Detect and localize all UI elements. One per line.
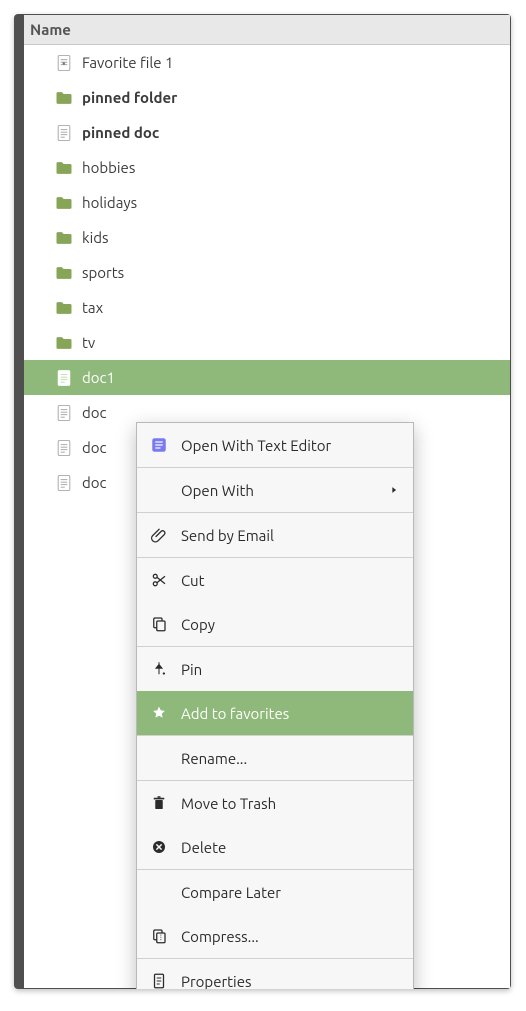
copy-icon — [149, 614, 169, 634]
item-label: tax — [82, 299, 103, 316]
folder-row[interactable]: kids — [24, 220, 510, 255]
item-label: doc1 — [82, 369, 115, 386]
menu-item-move-to-trash[interactable]: Move to Trash — [137, 781, 413, 825]
menu-item-label: Send by Email — [181, 527, 399, 544]
menu-item-label: Move to Trash — [181, 795, 399, 812]
menu-item-label: Copy — [181, 616, 399, 633]
file-manager-window: Name Favorite file 1 pinned folder pinned … — [14, 14, 511, 989]
menu-item-open-with[interactable]: Open With — [137, 468, 413, 512]
folder-icon — [54, 158, 74, 178]
menu-item-cut[interactable]: Cut — [137, 558, 413, 602]
item-label: kids — [82, 229, 109, 246]
folder-row[interactable]: pinned folder — [24, 80, 510, 115]
file-row[interactable]: pinned doc — [24, 115, 510, 150]
item-label: Favorite file 1 — [82, 54, 173, 71]
item-label: doc — [82, 439, 107, 456]
item-label: tv — [82, 334, 95, 351]
document-icon — [54, 368, 74, 388]
document-icon — [54, 123, 74, 143]
menu-item-label: Add to favorites — [181, 705, 399, 722]
column-header-label: Name — [30, 21, 71, 38]
menu-item-label: Open With — [181, 482, 377, 499]
folder-row[interactable]: hobbies — [24, 150, 510, 185]
delete-icon — [149, 837, 169, 857]
folder-icon — [54, 193, 74, 213]
folder-icon — [54, 263, 74, 283]
item-label: doc — [82, 404, 107, 421]
folder-row[interactable]: tax — [24, 290, 510, 325]
menu-item-label: Delete — [181, 839, 399, 856]
menu-item-label: Compare Later — [181, 884, 399, 901]
paperclip-icon — [149, 525, 169, 545]
file-row[interactable]: doc1 — [24, 360, 510, 395]
menu-item-label: Properties — [181, 973, 399, 990]
menu-item-label: Cut — [181, 572, 399, 589]
menu-item-open-with-text-editor[interactable]: Open With Text Editor — [137, 423, 413, 467]
folder-icon — [54, 333, 74, 353]
submenu-arrow-icon — [389, 484, 399, 496]
document-icon — [54, 438, 74, 458]
menu-item-label: Rename... — [181, 750, 399, 767]
menu-item-send-by-email[interactable]: Send by Email — [137, 513, 413, 557]
text-editor-icon — [149, 435, 169, 455]
file-row[interactable]: Favorite file 1 — [24, 45, 510, 80]
compress-icon — [149, 926, 169, 946]
menu-icon-spacer — [149, 480, 169, 500]
menu-item-delete[interactable]: Delete — [137, 825, 413, 869]
item-label: pinned doc — [82, 124, 159, 141]
column-header[interactable]: Name — [24, 15, 510, 45]
menu-item-pin[interactable]: Pin — [137, 647, 413, 691]
item-label: doc — [82, 474, 107, 491]
menu-item-properties[interactable]: Properties — [137, 959, 413, 989]
document-icon — [54, 473, 74, 493]
folder-icon — [54, 298, 74, 318]
menu-item-compress[interactable]: Compress... — [137, 914, 413, 958]
pin-icon — [149, 659, 169, 679]
menu-icon-spacer — [149, 748, 169, 768]
menu-icon-spacer — [149, 882, 169, 902]
menu-item-copy[interactable]: Copy — [137, 602, 413, 646]
star-icon — [149, 703, 169, 723]
screenshot-root: Name Favorite file 1 pinned folder pinned … — [0, 0, 526, 1011]
folder-icon — [54, 228, 74, 248]
document-icon — [54, 403, 74, 423]
item-label: sports — [82, 264, 124, 281]
item-label: pinned folder — [82, 89, 177, 106]
folder-icon — [54, 88, 74, 108]
item-label: holidays — [82, 194, 137, 211]
trash-icon — [149, 793, 169, 813]
menu-item-label: Open With Text Editor — [181, 437, 399, 454]
context-menu: Open With Text Editor Open With Send by Em… — [136, 422, 414, 989]
favorite-document-icon — [54, 53, 74, 73]
folder-row[interactable]: sports — [24, 255, 510, 290]
scissors-icon — [149, 570, 169, 590]
menu-item-label: Compress... — [181, 928, 399, 945]
item-label: hobbies — [82, 159, 135, 176]
folder-row[interactable]: tv — [24, 325, 510, 360]
menu-item-label: Pin — [181, 661, 399, 678]
menu-item-add-to-favorites[interactable]: Add to favorites — [137, 691, 413, 735]
properties-icon — [149, 971, 169, 989]
menu-item-compare-later[interactable]: Compare Later — [137, 870, 413, 914]
folder-row[interactable]: holidays — [24, 185, 510, 220]
menu-item-rename[interactable]: Rename... — [137, 736, 413, 780]
